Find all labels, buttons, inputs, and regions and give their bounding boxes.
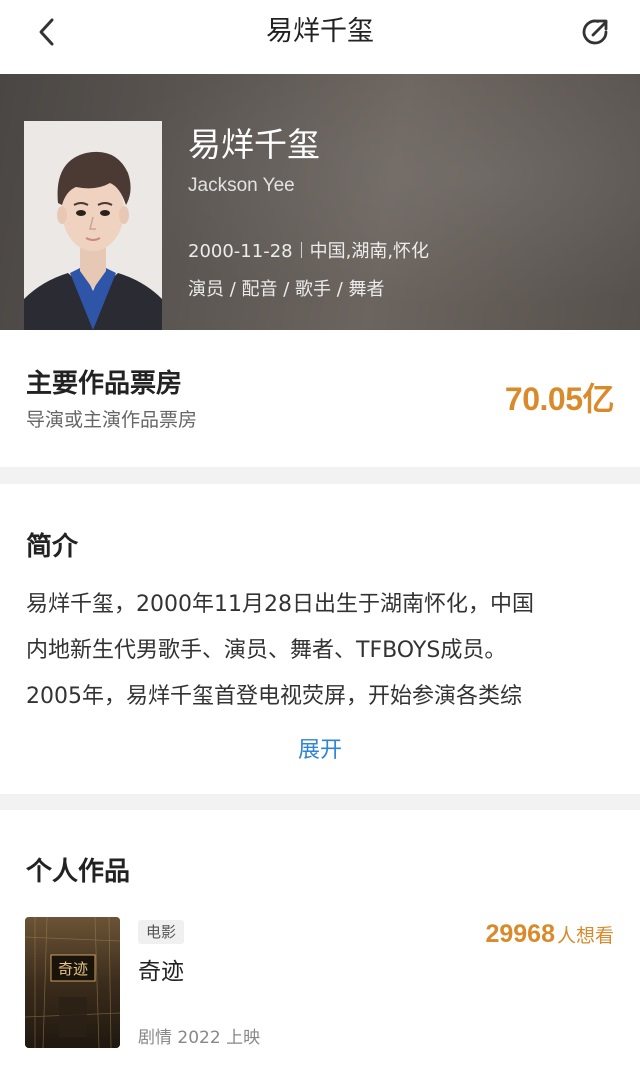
box-office-subtitle: 导演或主演作品票房	[26, 409, 198, 431]
share-icon[interactable]	[578, 14, 614, 50]
box-office-value: 70.05亿	[504, 381, 615, 417]
intro-line: 易烊千玺，2000年11月28日出生于湖南怀化，中国	[26, 592, 534, 617]
birthplace: 中国,湖南,怀化	[309, 241, 430, 262]
box-office-section[interactable]: 主要作品票房 导演或主演作品票房 70.05亿	[0, 330, 640, 467]
work-meta: 剧情 2022 上映	[138, 1028, 261, 1048]
work-item[interactable]: 奇迹 电影 奇迹 剧情 2022 上映 29968 人想看	[0, 917, 640, 1049]
page-title: 易烊千玺	[266, 16, 374, 47]
works-title: 个人作品	[26, 857, 131, 887]
work-type-tag: 电影	[138, 920, 185, 944]
want-label: 人想看	[556, 925, 614, 947]
profile-header: 易烊千玺 Jackson Yee 2000-11-28 中国,湖南,怀化 演员 /…	[0, 74, 640, 330]
intro-line: 内地新生代男歌手、演员、舞者、TFBOYS成员。	[26, 638, 507, 663]
work-title: 奇迹	[138, 959, 184, 985]
section-divider	[0, 467, 640, 484]
star-name: 易烊千玺	[188, 125, 320, 164]
intro-text: 易烊千玺，2000年11月28日出生于湖南怀化，中国 内地新生代男歌手、演员、舞…	[26, 582, 616, 720]
want-to-watch: 29968 人想看	[485, 919, 614, 951]
section-divider	[0, 794, 640, 810]
avatar[interactable]	[24, 121, 162, 330]
birth-info: 2000-11-28 中国,湖南,怀化	[188, 240, 429, 264]
box-office-title: 主要作品票房	[26, 369, 183, 399]
nav-bar: 易烊千玺	[0, 0, 640, 74]
intro-line: 2005年，易烊千玺首登电视荧屏，开始参演各类综	[26, 684, 522, 709]
roles: 演员 / 配音 / 歌手 / 舞者	[188, 279, 385, 300]
intro-title: 简介	[26, 532, 79, 562]
expand-button[interactable]: 展开	[0, 737, 640, 765]
separator	[300, 242, 302, 258]
star-english-name: Jackson Yee	[188, 175, 295, 196]
poster-title-text: 奇迹	[58, 960, 88, 978]
birthdate: 2000-11-28	[188, 241, 293, 262]
intro-section: 简介 易烊千玺，2000年11月28日出生于湖南怀化，中国 内地新生代男歌手、演…	[0, 484, 640, 794]
movie-poster[interactable]: 奇迹	[25, 917, 120, 1048]
want-count: 29968	[485, 920, 555, 948]
works-section: 个人作品 奇迹 电影 奇迹 剧情 2022 上映 29968 人想看	[0, 810, 640, 1068]
